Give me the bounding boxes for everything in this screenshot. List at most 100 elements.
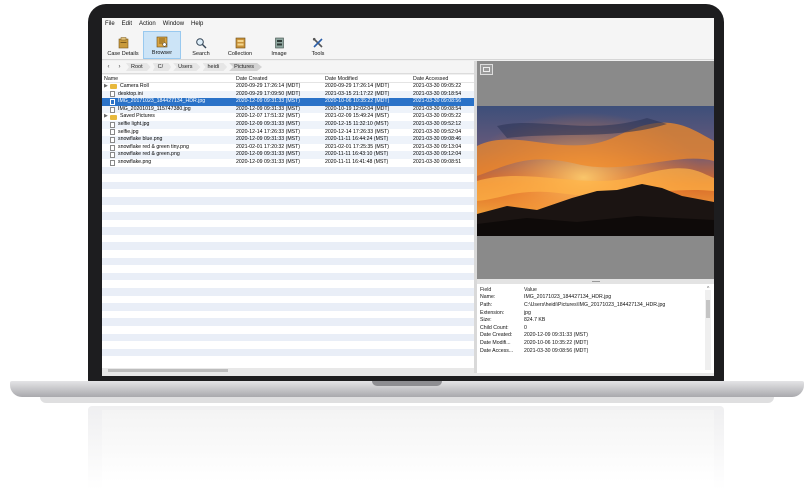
menu-help[interactable]: Help bbox=[191, 21, 203, 27]
row-name: selfie light.jpg bbox=[118, 120, 150, 127]
tools-button[interactable]: Tools bbox=[299, 31, 337, 59]
row-modified-cell: 2020-10-06 10:35:22 (MDT) bbox=[325, 98, 390, 105]
column-created-header[interactable]: Date Created bbox=[234, 75, 323, 82]
row-name-cell: snowflake red & green tiny.png bbox=[102, 144, 234, 152]
property-field: Date Access... bbox=[480, 347, 514, 354]
property-row: Size: 824.7 KB bbox=[480, 316, 711, 324]
row-created-cell: 2020-12-09 09:31:33 (MST) bbox=[236, 120, 301, 127]
row-name-cell: ▶ Saved Pictures bbox=[102, 113, 234, 121]
empty-row bbox=[102, 181, 474, 190]
table-row[interactable]: ▶ Camera Roll 2020-09-29 17:26:14 (MDT) 202… bbox=[102, 83, 474, 91]
row-accessed-cell: 2021-03-30 09:08:54 bbox=[413, 105, 462, 112]
empty-row bbox=[102, 166, 474, 175]
row-created-cell: 2020-12-14 17:26:33 (MST) bbox=[236, 128, 301, 135]
column-accessed-header[interactable]: Date Accessed bbox=[411, 75, 474, 82]
table-row[interactable]: snowflake.png 2020-12-09 09:31:33 (MST) 20… bbox=[102, 159, 474, 167]
empty-row bbox=[102, 174, 474, 182]
case-details-button[interactable]: Case Details bbox=[104, 31, 142, 59]
properties-list: Name: IMG_20171023_184427134_HDR.jpg Path:… bbox=[480, 294, 711, 355]
horizontal-scroll-thumb[interactable] bbox=[108, 369, 228, 372]
file-icon bbox=[110, 121, 115, 128]
table-row[interactable]: IMG_20171023_184427134_HDR.jpg 2020-12-09… bbox=[102, 98, 474, 106]
row-name: snowflake red & green.png bbox=[118, 151, 180, 158]
menu-action[interactable]: Action bbox=[139, 21, 156, 27]
file-table: Name Date Created Date Modified Date Acc… bbox=[102, 75, 474, 371]
forward-arrow-icon[interactable]: › bbox=[115, 63, 124, 72]
table-row[interactable]: desktop.ini 2020-09-29 17:09:50 (MDT) 2021… bbox=[102, 90, 474, 99]
empty-row bbox=[102, 311, 474, 319]
menu-file[interactable]: File bbox=[105, 21, 115, 27]
file-icon bbox=[110, 91, 115, 98]
breadcrumb-c[interactable]: C/ bbox=[152, 63, 172, 71]
properties-scroll-thumb[interactable] bbox=[706, 300, 710, 318]
menu-bar: File Edit Action Window Help bbox=[102, 18, 714, 30]
empty-row bbox=[102, 272, 474, 281]
search-button[interactable]: Search bbox=[182, 31, 220, 59]
breadcrumb-heidi[interactable]: heidi bbox=[202, 63, 228, 71]
row-accessed-cell: 2021-03-30 09:52:12 bbox=[413, 120, 462, 127]
row-modified-cell: 2021-02-09 15:49:24 (MST) bbox=[325, 113, 390, 120]
table-row[interactable]: ▶ Saved Pictures 2020-12-07 17:51:32 (MST)… bbox=[102, 113, 474, 121]
property-row: Child Count: 0 bbox=[480, 324, 711, 332]
row-name: Saved Pictures bbox=[120, 113, 155, 120]
image-preview-pane bbox=[477, 61, 714, 279]
property-field: Name: bbox=[480, 294, 496, 301]
menu-edit[interactable]: Edit bbox=[122, 21, 132, 27]
row-name-cell: selfie light.jpg bbox=[102, 121, 234, 129]
table-header: Name Date Created Date Modified Date Acc… bbox=[102, 75, 474, 83]
column-modified-header[interactable]: Date Modified bbox=[323, 75, 411, 82]
properties-vertical-scrollbar[interactable] bbox=[705, 290, 711, 370]
row-modified-cell: 2021-03-15 21:17:22 (MDT) bbox=[325, 90, 390, 97]
property-value: jpg bbox=[524, 309, 531, 316]
row-name-cell: snowflake red & green.png bbox=[102, 151, 234, 159]
table-row[interactable]: IMG_20201019_115747380.jpg 2020-12-09 09:… bbox=[102, 105, 474, 114]
row-name: desktop.ini bbox=[118, 90, 143, 97]
collection-button[interactable]: Collection bbox=[221, 31, 259, 59]
browser-label: Browser bbox=[151, 50, 173, 56]
table-row[interactable]: snowflake red & green.png 2020-12-09 09:3… bbox=[102, 151, 474, 159]
row-created-cell: 2021-02-01 17:20:32 (MST) bbox=[236, 143, 301, 150]
table-body: ▶ Camera Roll 2020-09-29 17:26:14 (MDT) 202… bbox=[102, 83, 474, 167]
table-row[interactable]: selfie.jpg 2020-12-14 17:26:33 (MST) 2020-… bbox=[102, 129, 474, 137]
empty-row bbox=[102, 348, 474, 357]
table-row[interactable]: snowflake blue.png 2020-12-09 09:31:33 (M… bbox=[102, 136, 474, 144]
row-accessed-cell: 2021-03-30 09:13:04 bbox=[413, 143, 462, 150]
row-name-cell: IMG_20201019_115747380.jpg bbox=[102, 106, 234, 114]
column-name-header[interactable]: Name bbox=[102, 75, 234, 82]
back-arrow-icon[interactable]: ‹ bbox=[104, 63, 113, 72]
row-modified-cell: 2020-12-15 11:32:10 (MST) bbox=[325, 120, 389, 127]
row-name: snowflake red & green tiny.png bbox=[118, 143, 189, 150]
image-label: Image bbox=[271, 51, 287, 57]
preview-photo bbox=[477, 106, 714, 236]
empty-row bbox=[102, 205, 474, 213]
file-icon bbox=[110, 159, 115, 166]
folder-icon bbox=[110, 84, 117, 90]
row-name: selfie.jpg bbox=[118, 128, 139, 135]
property-field: Child Count: bbox=[480, 324, 509, 331]
breadcrumb-users[interactable]: Users bbox=[173, 63, 201, 71]
browser-button[interactable]: Browser bbox=[143, 31, 181, 59]
row-created-cell: 2020-09-29 17:09:50 (MDT) bbox=[236, 90, 301, 97]
property-row: Extension: jpg bbox=[480, 309, 711, 317]
property-row: Date Modifi... 2020-10-06 10:35:22 (MDT) bbox=[480, 339, 711, 347]
table-row[interactable]: snowflake red & green tiny.png 2021-02-01… bbox=[102, 144, 474, 152]
image-button[interactable]: Image bbox=[260, 31, 298, 59]
empty-row bbox=[102, 242, 474, 251]
breadcrumb-pictures[interactable]: Pictures bbox=[229, 63, 262, 71]
row-modified-cell: 2021-02-01 17:25:35 (MST) bbox=[325, 143, 390, 150]
row-name: snowflake blue.png bbox=[118, 136, 163, 143]
fit-to-window-icon[interactable] bbox=[480, 64, 493, 75]
row-accessed-cell: 2021-03-30 09:18:54 bbox=[413, 90, 462, 97]
breadcrumb-root[interactable]: Root bbox=[126, 63, 151, 71]
menu-window[interactable]: Window bbox=[163, 21, 184, 27]
empty-row bbox=[102, 318, 474, 326]
row-name: IMG_20171023_184427134_HDR.jpg bbox=[118, 98, 206, 105]
property-row: Name: IMG_20171023_184427134_HDR.jpg bbox=[480, 294, 711, 302]
table-row[interactable]: selfie light.jpg 2020-12-09 09:31:33 (MST… bbox=[102, 120, 474, 129]
row-accessed-cell: 2021-03-30 09:52:04 bbox=[413, 128, 462, 135]
row-modified-cell: 2020-09-29 17:26:14 (MDT) bbox=[325, 83, 390, 89]
case-details-label: Case Details bbox=[107, 51, 139, 57]
file-icon bbox=[110, 144, 115, 151]
row-created-cell: 2020-12-09 09:31:33 (MST) bbox=[236, 105, 301, 112]
row-created-cell: 2020-12-09 09:31:33 (MST) bbox=[236, 151, 301, 158]
